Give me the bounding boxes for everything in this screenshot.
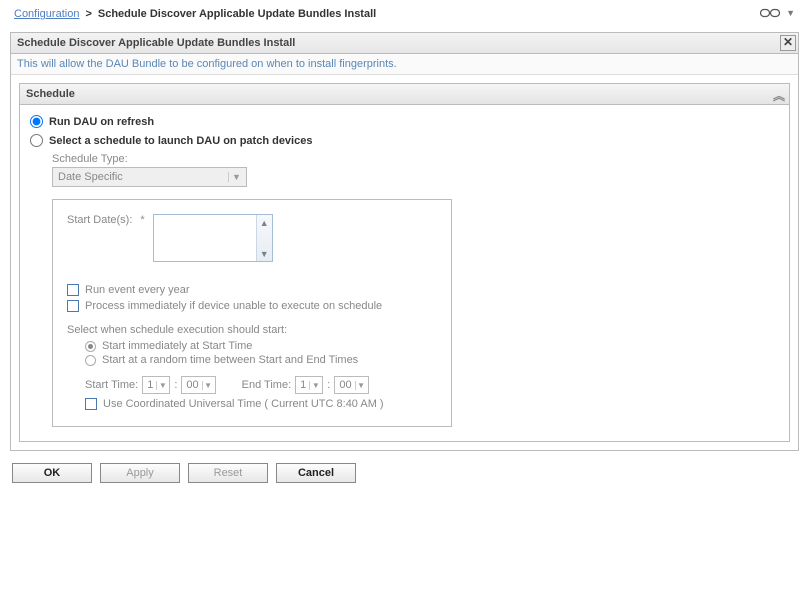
breadcrumb-current: Schedule Discover Applicable Update Bund…: [98, 8, 376, 20]
schedule-type-select: Date Specific ▼: [52, 167, 247, 187]
schedule-section-header: Schedule ︽: [20, 84, 789, 105]
breadcrumb-separator: >: [85, 8, 91, 20]
start-dates-label: Start Date(s):: [67, 214, 132, 226]
reset-button[interactable]: Reset: [188, 463, 268, 483]
end-hour-select: 1▼: [295, 376, 323, 394]
scroll-down-icon: ▼: [257, 246, 272, 261]
apply-button[interactable]: Apply: [100, 463, 180, 483]
main-panel: Schedule Discover Applicable Update Bund…: [10, 32, 799, 451]
ok-button[interactable]: OK: [12, 463, 92, 483]
radio-run-on-refresh-input[interactable]: [30, 115, 43, 128]
radio-start-random-dot: [85, 355, 96, 366]
checkbox-process-immediately: Process immediately if device unable to …: [67, 300, 437, 312]
checkbox-utc-label: Use Coordinated Universal Time ( Current…: [103, 398, 384, 410]
radio-select-schedule-input[interactable]: [30, 134, 43, 147]
panel-title: Schedule Discover Applicable Update Bund…: [17, 37, 295, 49]
end-min-value: 00: [339, 379, 351, 391]
checkbox-run-every-year-box: [67, 284, 79, 296]
collapse-icon[interactable]: ︽: [773, 87, 785, 104]
schedule-section-title: Schedule: [26, 88, 75, 100]
end-min-select: 00 ▼: [334, 376, 368, 394]
radio-run-on-refresh-label: Run DAU on refresh: [49, 116, 154, 128]
listbox-scrollbar: ▲ ▼: [256, 215, 272, 261]
start-hour-value: 1: [147, 379, 153, 391]
end-hour-value: 1: [300, 379, 306, 391]
panel-description: This will allow the DAU Bundle to be con…: [11, 54, 798, 75]
start-min-value: 00: [186, 379, 198, 391]
radio-start-immediate-dot: [85, 341, 96, 352]
exec-start-label: Select when schedule execution should st…: [67, 324, 437, 336]
end-time-label: End Time:: [242, 379, 292, 391]
radio-run-on-refresh[interactable]: Run DAU on refresh: [30, 115, 779, 128]
panel-header: Schedule Discover Applicable Update Bund…: [11, 33, 798, 54]
top-right-tools: ▼: [760, 7, 795, 19]
schedule-detail-box: Start Date(s): * ▲ ▼ Ru: [52, 199, 452, 427]
chevron-down-icon: ▼: [355, 381, 367, 390]
checkbox-run-every-year: Run event every year: [67, 284, 437, 296]
chevron-down-icon: ▼: [156, 381, 168, 390]
radio-start-immediate: Start immediately at Start Time: [85, 340, 437, 352]
chevron-down-icon: ▼: [228, 172, 244, 182]
checkbox-utc-box: [85, 398, 97, 410]
schedule-type-value: Date Specific: [58, 171, 123, 183]
scroll-up-icon: ▲: [257, 215, 272, 230]
dropdown-caret-icon[interactable]: ▼: [786, 8, 795, 18]
link-icon[interactable]: [760, 7, 780, 19]
start-dates-listbox: ▲ ▼: [153, 214, 273, 262]
radio-start-immediate-label: Start immediately at Start Time: [102, 340, 252, 352]
colon: :: [174, 379, 177, 391]
breadcrumb-root-link[interactable]: Configuration: [14, 8, 79, 20]
required-asterisk: *: [140, 214, 144, 226]
start-time-label: Start Time:: [85, 379, 138, 391]
checkbox-process-immediately-box: [67, 300, 79, 312]
start-hour-select: 1▼: [142, 376, 170, 394]
chevron-down-icon: ▼: [309, 381, 321, 390]
schedule-type-label: Schedule Type:: [52, 153, 779, 165]
radio-start-random: Start at a random time between Start and…: [85, 354, 437, 366]
radio-select-schedule-label: Select a schedule to launch DAU on patch…: [49, 135, 312, 147]
breadcrumb: Configuration > Schedule Discover Applic…: [10, 8, 799, 26]
chevron-down-icon: ▼: [202, 381, 214, 390]
cancel-button[interactable]: Cancel: [276, 463, 356, 483]
close-icon[interactable]: ✕: [780, 35, 796, 51]
colon: :: [327, 379, 330, 391]
button-bar: OK Apply Reset Cancel: [12, 463, 799, 483]
checkbox-utc: Use Coordinated Universal Time ( Current…: [85, 398, 437, 410]
schedule-section: Schedule ︽ Run DAU on refresh Select a s…: [19, 83, 790, 442]
checkbox-run-every-year-label: Run event every year: [85, 284, 190, 296]
radio-select-schedule[interactable]: Select a schedule to launch DAU on patch…: [30, 134, 779, 147]
checkbox-process-immediately-label: Process immediately if device unable to …: [85, 300, 382, 312]
radio-start-random-label: Start at a random time between Start and…: [102, 354, 358, 366]
start-min-select: 00 ▼: [181, 376, 215, 394]
